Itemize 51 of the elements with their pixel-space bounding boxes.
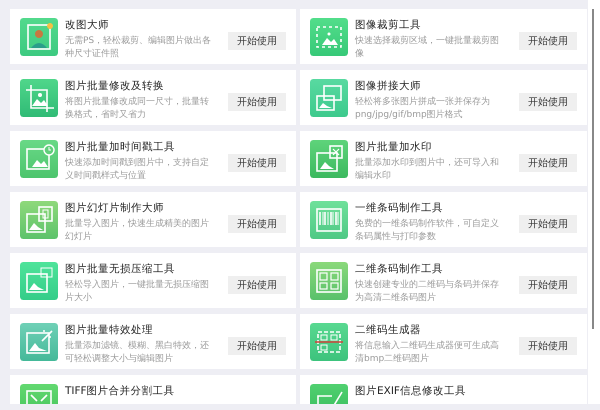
tool-title: 图片幻灯片制作大师: [65, 201, 165, 216]
start-button[interactable]: 开始使用: [228, 337, 286, 355]
start-button[interactable]: 开始使用: [519, 32, 577, 50]
scan-icon: [310, 323, 348, 361]
start-button[interactable]: 开始使用: [228, 154, 286, 172]
tool-title: 图像裁剪工具: [355, 18, 422, 33]
tool-title: 二维码生成器: [355, 323, 422, 338]
tool-description: 批量导入图片，快速生成精美的图片幻灯片: [65, 218, 210, 244]
tool-description: 将信息输入二维码生成器便可生成高清bmp二维码图片: [355, 340, 500, 366]
start-button[interactable]: 开始使用: [519, 154, 577, 172]
scrollbar[interactable]: [588, 0, 600, 404]
watermark-icon: [310, 140, 348, 178]
start-button[interactable]: 开始使用: [228, 215, 286, 233]
start-button[interactable]: 开始使用: [519, 215, 577, 233]
magic-icon: [20, 323, 58, 361]
tool-title: 图片批量修改及转换: [65, 79, 165, 94]
start-button[interactable]: 开始使用: [519, 93, 577, 111]
portrait-icon: [20, 18, 58, 56]
tool-title: 图片批量加水印: [355, 140, 433, 155]
clock-icon: [20, 140, 58, 178]
start-button[interactable]: 开始使用: [228, 32, 286, 50]
zip-icon: [20, 262, 58, 300]
start-button[interactable]: 开始使用: [228, 276, 286, 294]
tool-title: 改图大师: [65, 18, 110, 33]
qr-icon: [310, 262, 348, 300]
stack-icon: [310, 79, 348, 117]
tool-title: 图片EXIF信息修改工具: [355, 384, 467, 399]
tool-description: 轻松导入图片，一键批量无损压缩图片大小: [65, 279, 210, 305]
tool-title: 图片批量加时间戳工具: [65, 140, 176, 155]
tool-description: 免费的一维条码制作软件，可自定义条码属性与打印参数: [355, 218, 500, 244]
tool-title: 图像拼接大师: [355, 79, 422, 94]
tool-title: 一维条码制作工具: [355, 201, 444, 216]
tool-title: 图片批量无损压缩工具: [65, 262, 176, 277]
tool-description: 轻松将多张图片拼成一张并保存为png/jpg/gif/bmp图片格式: [355, 96, 491, 122]
tool-title: 图片批量特效处理: [65, 323, 154, 338]
barcode-icon: [310, 201, 348, 239]
start-button[interactable]: 开始使用: [519, 276, 577, 294]
crop-icon: [20, 79, 58, 117]
crop-frame-icon: [310, 18, 348, 56]
tool-description: 批量添加水印到图片中，还可导入和编辑水印: [355, 157, 500, 183]
start-button[interactable]: 开始使用: [228, 93, 286, 111]
tool-description: 无需PS，轻松裁剪、编辑图片做出各种尺寸证件照: [65, 35, 212, 61]
tool-description: 将图片批量修改成同一尺寸，批量转换格式，省时又省力: [65, 96, 210, 122]
tool-description: 快速创建专业的二维码与条码并保存为高清二维条码图片: [355, 279, 500, 305]
tool-description: 批量添加滤镜、模糊、黑白特效，还可轻松调整大小与编辑图片: [65, 340, 210, 366]
tool-title: TIFF图片合并分割工具: [65, 384, 176, 399]
tool-description: 快速选择裁剪区域，一键批量裁剪图像: [355, 35, 500, 61]
tool-title: 二维条码制作工具: [355, 262, 444, 277]
slides-icon: [20, 201, 58, 239]
tool-description: 快速添加时间戳到图片中，支持自定义时间戳样式与位置: [65, 157, 210, 183]
start-button[interactable]: 开始使用: [519, 337, 577, 355]
